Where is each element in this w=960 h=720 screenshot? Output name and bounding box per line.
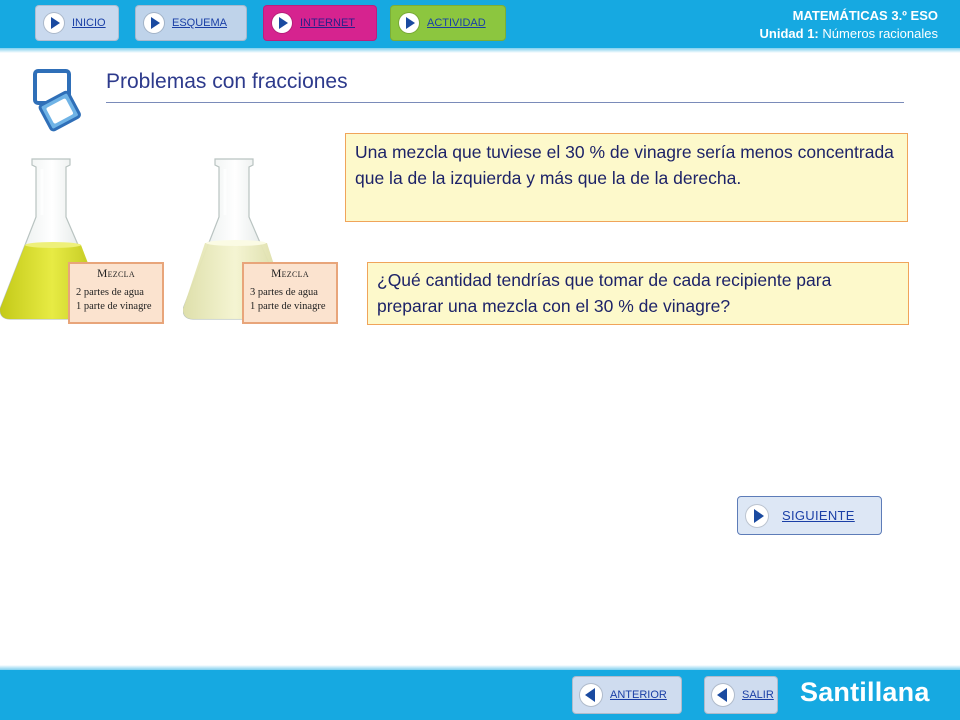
play-icon bbox=[399, 13, 419, 33]
esquema-button[interactable]: ESQUEMA bbox=[135, 5, 247, 41]
course-info: MATEMÁTICAS 3.º ESO Unidad 1: Números ra… bbox=[760, 7, 938, 43]
brand-logo: Santillana bbox=[800, 677, 930, 707]
statement-box: Una mezcla que tuviese el 30 % de vinagr… bbox=[345, 133, 908, 222]
label-vinegar: 1 parte de vinagre bbox=[250, 301, 326, 312]
course-unit: Unidad 1: Números racionales bbox=[760, 25, 938, 43]
label-vinegar: 1 parte de vinagre bbox=[76, 301, 152, 312]
back-arrow-icon bbox=[580, 684, 602, 706]
play-icon bbox=[272, 13, 292, 33]
internet-label: INTERNET bbox=[300, 17, 355, 29]
play-icon bbox=[44, 13, 64, 33]
internet-button[interactable]: INTERNET bbox=[263, 5, 377, 41]
label-heading: Mezcla bbox=[97, 268, 135, 280]
back-arrow-icon bbox=[712, 684, 734, 706]
label-water: 2 partes de agua bbox=[76, 287, 144, 298]
label-water: 3 partes de agua bbox=[250, 287, 318, 298]
salir-label: SALIR bbox=[742, 689, 774, 701]
page-title: Problemas con fracciones bbox=[106, 70, 348, 93]
flask-right-label: Mezcla 3 partes de agua 1 parte de vinag… bbox=[242, 262, 338, 324]
inicio-label: INICIO bbox=[72, 17, 106, 29]
inicio-button[interactable]: INICIO bbox=[35, 5, 119, 41]
anterior-button[interactable]: ANTERIOR bbox=[572, 676, 682, 714]
unit-name: Números racionales bbox=[822, 26, 938, 41]
question-box: ¿Qué cantidad tendrías que tomar de cada… bbox=[367, 262, 909, 325]
play-icon bbox=[746, 504, 768, 527]
flask-left-label: Mezcla 2 partes de agua 1 parte de vinag… bbox=[68, 262, 164, 324]
course-subject: MATEMÁTICAS 3.º ESO bbox=[792, 8, 938, 23]
section-icon bbox=[33, 69, 81, 132]
title-divider bbox=[106, 102, 904, 103]
label-heading: Mezcla bbox=[271, 268, 309, 280]
siguiente-button[interactable]: SIGUIENTE bbox=[737, 496, 882, 535]
siguiente-label: SIGUIENTE bbox=[782, 508, 855, 523]
salir-button[interactable]: SALIR bbox=[704, 676, 778, 714]
anterior-label: ANTERIOR bbox=[610, 689, 667, 701]
esquema-label: ESQUEMA bbox=[172, 17, 228, 29]
play-icon bbox=[144, 13, 164, 33]
actividad-button[interactable]: ACTIVIDAD bbox=[390, 5, 506, 41]
actividad-label: ACTIVIDAD bbox=[427, 17, 486, 29]
unit-label: Unidad 1: bbox=[759, 26, 819, 41]
